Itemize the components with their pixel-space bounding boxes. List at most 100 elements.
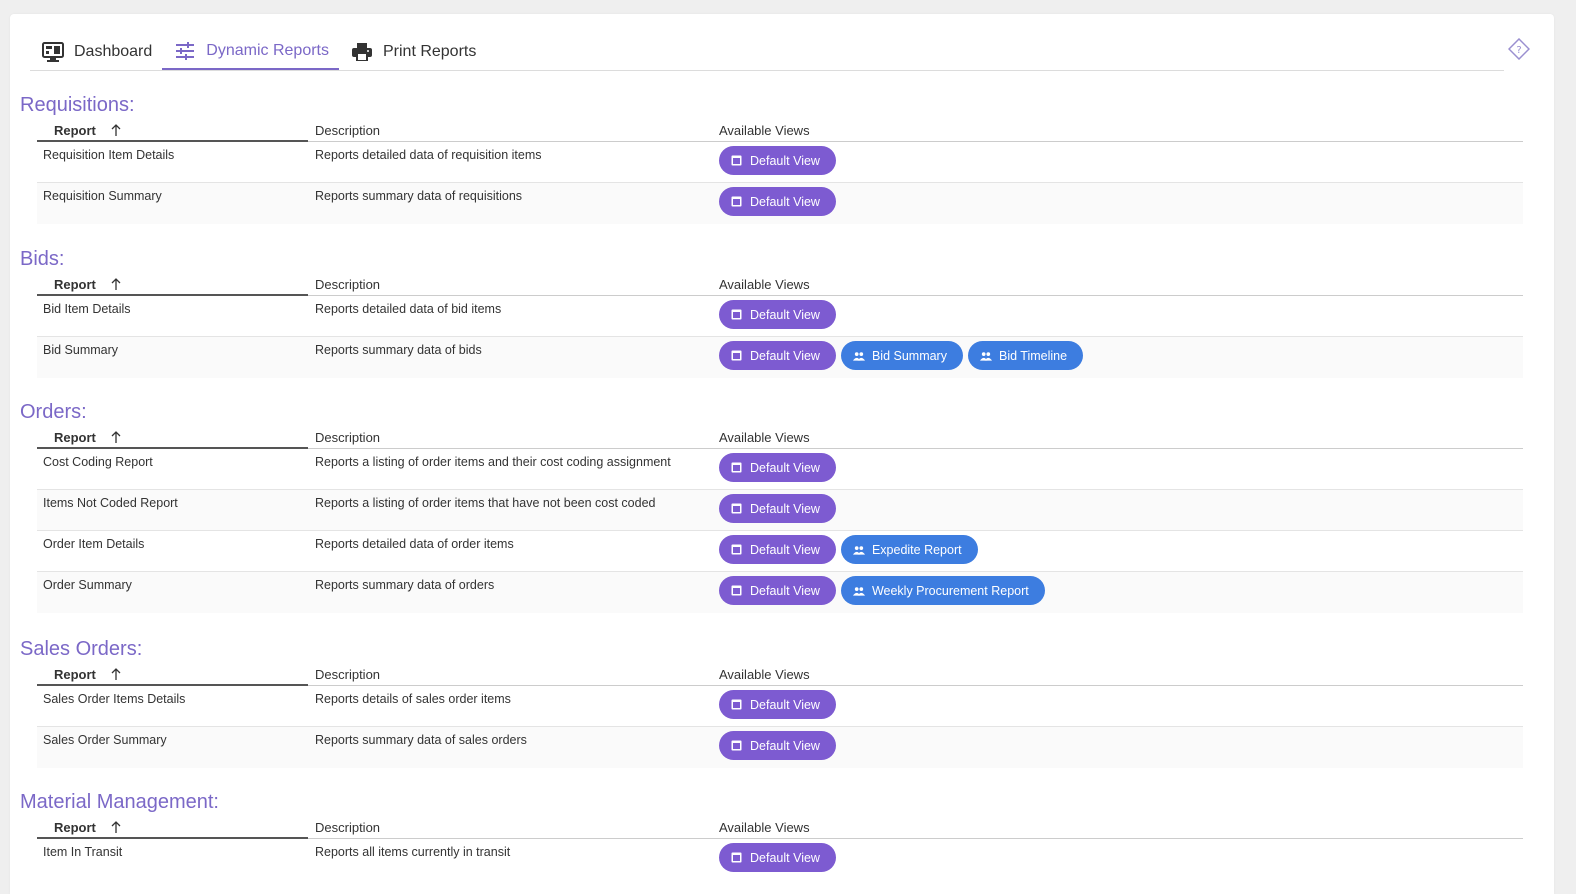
- view-button-label: Default View: [750, 501, 820, 516]
- default-view-button[interactable]: Default View: [719, 494, 836, 523]
- report-description: Reports details of sales order items: [315, 692, 511, 706]
- report-description: Reports a listing of order items and the…: [315, 455, 671, 469]
- sliders-icon: [174, 40, 196, 62]
- view-window-icon: [731, 503, 743, 515]
- table-header: Report Description Available Views: [37, 817, 1523, 839]
- view-window-icon: [731, 155, 743, 167]
- table-header: Report Description Available Views: [37, 120, 1523, 142]
- table-row: Requisition Summary Reports summary data …: [37, 183, 1523, 224]
- report-description: Reports summary data of requisitions: [315, 189, 523, 203]
- report-description: Reports a listing of order items that ha…: [315, 496, 656, 510]
- tab-dynamic-reports[interactable]: Dynamic Reports: [162, 36, 339, 70]
- available-views: Default View Bid Summary Bid Timeline: [713, 337, 1523, 378]
- table-header: Report Description Available Views: [37, 664, 1523, 686]
- report-column-header[interactable]: Report: [37, 427, 308, 449]
- default-view-button[interactable]: Default View: [719, 690, 836, 719]
- default-view-button[interactable]: Default View: [719, 341, 836, 370]
- weekly-procurement-report-button[interactable]: Weekly Procurement Report: [840, 576, 1045, 605]
- report-column-header[interactable]: Report: [37, 274, 308, 296]
- view-button-label: Default View: [750, 460, 820, 475]
- tab-print-reports[interactable]: Print Reports: [339, 36, 486, 68]
- table-header: Report Description Available Views: [37, 427, 1523, 449]
- sort-ascending-icon[interactable]: [110, 820, 122, 834]
- table-row: Item In Transit Reports all items current…: [37, 839, 1523, 880]
- report-name: Items Not Coded Report: [43, 496, 178, 510]
- report-table: Report Description Available Views Sales Or…: [37, 664, 1523, 768]
- table-row: Bid Summary Reports summary data of bids D…: [37, 337, 1523, 378]
- default-view-button[interactable]: Default View: [719, 843, 836, 872]
- sort-ascending-icon[interactable]: [110, 277, 122, 291]
- view-window-icon: [731, 309, 743, 321]
- default-view-button[interactable]: Default View: [719, 535, 836, 564]
- report-name: Bid Item Details: [43, 302, 131, 316]
- sort-ascending-icon[interactable]: [110, 667, 122, 681]
- view-window-icon: [731, 852, 743, 864]
- available-views: Default View Weekly Procurement Report: [713, 572, 1523, 613]
- view-button-label: Default View: [750, 697, 820, 712]
- section-title: Orders:: [20, 401, 87, 423]
- report-column-header[interactable]: Report: [37, 664, 308, 686]
- report-column-label: Report: [54, 276, 96, 292]
- section-title: Sales Orders:: [20, 638, 143, 660]
- sort-ascending-icon[interactable]: [110, 123, 122, 137]
- view-window-icon: [731, 585, 743, 597]
- default-view-button[interactable]: Default View: [719, 731, 836, 760]
- report-column-header[interactable]: Report: [37, 817, 308, 839]
- report-name: Order Summary: [43, 578, 132, 592]
- bid-summary-button[interactable]: Bid Summary: [840, 341, 963, 370]
- report-name: Order Item Details: [43, 537, 145, 551]
- view-button-label: Default View: [750, 194, 820, 209]
- default-view-button[interactable]: Default View: [719, 300, 836, 329]
- table-row: Sales Order Items Details Reports details…: [37, 686, 1523, 727]
- section-title: Material Management:: [20, 791, 219, 813]
- view-button-label: Default View: [750, 542, 820, 557]
- expedite-report-button[interactable]: Expedite Report: [840, 535, 978, 564]
- sort-ascending-icon[interactable]: [110, 430, 122, 444]
- report-name: Requisition Summary: [43, 189, 162, 203]
- table-row: Bid Item Details Reports detailed data of…: [37, 296, 1523, 337]
- users-icon: [852, 544, 865, 556]
- report-name: Requisition Item Details: [43, 148, 175, 162]
- section: Sales Orders: Report Description Available …: [20, 634, 1524, 768]
- section: Bids: Report Description Available Views Bid…: [20, 244, 1524, 378]
- views-column-header: Available Views: [713, 274, 1523, 296]
- report-column-label: Report: [54, 429, 96, 445]
- view-button-label: Bid Summary: [871, 348, 947, 363]
- report-name: Bid Summary: [43, 343, 119, 357]
- view-window-icon: [731, 462, 743, 474]
- users-icon: [852, 350, 865, 362]
- table-row: Order Item Details Reports detailed data …: [37, 531, 1523, 572]
- default-view-button[interactable]: Default View: [719, 187, 836, 216]
- default-view-button[interactable]: Default View: [719, 453, 836, 482]
- table-row: Requisition Item Details Reports detailed…: [37, 142, 1523, 183]
- view-window-icon: [731, 350, 743, 362]
- users-icon: [979, 350, 992, 362]
- help-diamond-icon[interactable]: ?: [1507, 37, 1531, 61]
- report-table: Report Description Available Views Item In …: [37, 817, 1523, 880]
- available-views: Default View: [713, 727, 1523, 768]
- view-window-icon: [731, 196, 743, 208]
- report-description: Reports detailed data of bid items: [315, 302, 502, 316]
- report-column-header[interactable]: Report: [37, 120, 308, 142]
- view-window-icon: [731, 740, 743, 752]
- section: Requisitions: Report Description Available …: [20, 90, 1524, 224]
- bid-timeline-button[interactable]: Bid Timeline: [967, 341, 1084, 370]
- available-views: Default View: [713, 142, 1523, 182]
- default-view-button[interactable]: Default View: [719, 576, 836, 605]
- description-column-header: Description: [308, 120, 713, 142]
- description-column-header: Description: [308, 427, 713, 449]
- view-button-label: Default View: [750, 307, 820, 322]
- view-button-label: Default View: [750, 850, 820, 865]
- report-name: Sales Order Summary: [43, 733, 167, 747]
- tab-dashboard[interactable]: Dashboard: [30, 36, 162, 68]
- available-views: Default View: [713, 490, 1523, 530]
- users-icon: [852, 585, 865, 597]
- report-column-label: Report: [54, 666, 96, 682]
- default-view-button[interactable]: Default View: [719, 146, 836, 175]
- table-row: Cost Coding Report Reports a listing of o…: [37, 449, 1523, 490]
- available-views: Default View: [713, 183, 1523, 224]
- view-button-label: Bid Timeline: [998, 348, 1068, 363]
- report-name: Item In Transit: [43, 845, 123, 859]
- view-button-label: Expedite Report: [871, 542, 962, 557]
- view-window-icon: [731, 544, 743, 556]
